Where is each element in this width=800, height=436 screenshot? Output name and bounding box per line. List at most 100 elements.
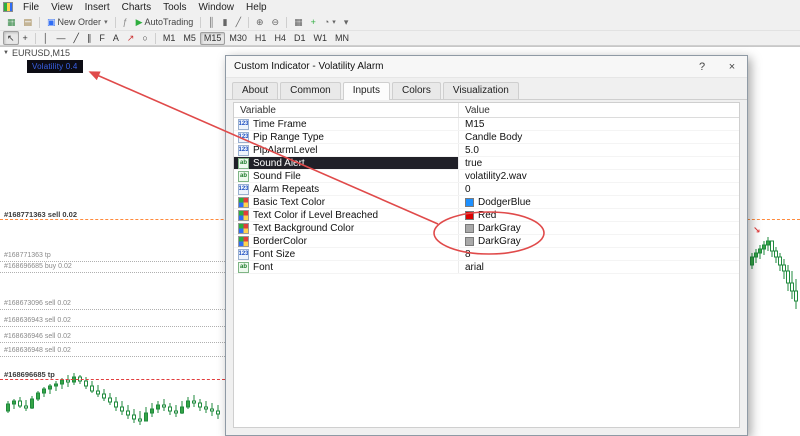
channel-button[interactable]: ∥ xyxy=(83,31,96,45)
value-cell[interactable]: Red xyxy=(458,209,739,221)
zoom-out-button[interactable]: ⊖ xyxy=(268,15,284,29)
dialog-help-button[interactable]: ? xyxy=(687,56,717,77)
zoom-in-button[interactable]: ⊕ xyxy=(252,15,268,29)
order-line[interactable] xyxy=(0,261,225,262)
menu-charts[interactable]: Charts xyxy=(116,2,157,13)
value-cell[interactable]: Candle Body xyxy=(458,131,739,143)
variable-name: Alarm Repeats xyxy=(253,184,319,195)
order-line[interactable] xyxy=(0,272,225,273)
tab-about[interactable]: About xyxy=(232,82,278,99)
arrows-button[interactable]: ↗ xyxy=(123,31,139,45)
value-cell[interactable]: DodgerBlue xyxy=(458,196,739,208)
order-line[interactable] xyxy=(0,309,225,310)
autotrading-button[interactable]: ▶AutoTrading xyxy=(132,15,198,29)
input-row[interactable]: Basic Text ColorDodgerBlue xyxy=(234,196,739,209)
order-line[interactable] xyxy=(0,356,225,357)
value-cell[interactable]: 0 xyxy=(458,183,739,195)
text-label-button[interactable]: A xyxy=(109,31,123,45)
timeframe-m30-button[interactable]: M30 xyxy=(225,32,251,45)
new-order-dropdown-icon[interactable]: ▾ xyxy=(104,18,108,26)
num-type-icon: 123 xyxy=(238,184,249,195)
trendline-button[interactable]: ╱ xyxy=(69,31,82,45)
new-order-button[interactable]: ▣New Order▾ xyxy=(43,15,112,29)
input-row[interactable]: 123Time FrameM15 xyxy=(234,118,739,131)
input-row[interactable]: 123Pip Range TypeCandle Body xyxy=(234,131,739,144)
tab-inputs[interactable]: Inputs xyxy=(343,82,390,100)
bar-chart-icon: ║ xyxy=(208,18,214,27)
cursor-tool-button[interactable]: ↖ xyxy=(3,31,19,45)
timeframe-w1-button[interactable]: W1 xyxy=(309,32,331,45)
order-line[interactable] xyxy=(0,326,225,327)
input-row[interactable]: abSound Alerttrue xyxy=(234,157,739,170)
indicators-button[interactable]: + xyxy=(307,15,320,29)
one-click-trading-toggle-icon[interactable]: ▼ xyxy=(3,50,9,56)
input-row[interactable]: 123PipAlarmLevel5.0 xyxy=(234,144,739,157)
bar-chart-button[interactable]: ║ xyxy=(204,15,218,29)
value-cell[interactable]: DarkGray xyxy=(458,222,739,234)
tab-common[interactable]: Common xyxy=(280,82,341,99)
value-cell[interactable]: 5.0 xyxy=(458,144,739,156)
variable-cell: 123 Alarm Repeats xyxy=(234,183,458,195)
periods-icon: ◔ xyxy=(324,18,329,27)
vertical-line-button[interactable]: │ xyxy=(39,31,53,45)
menu-view[interactable]: View xyxy=(45,2,79,13)
menu-help[interactable]: Help xyxy=(240,2,273,13)
new-chart-button[interactable]: ▦ xyxy=(3,15,20,29)
arrows-icon: ↗ xyxy=(127,34,135,43)
indicator-settings-dialog: Custom Indicator - Volatility Alarm ? × … xyxy=(225,55,748,436)
value-cell[interactable]: M15 xyxy=(458,118,739,130)
variable-name: Text Color if Level Breached xyxy=(253,210,378,221)
line-chart-icon: ╱ xyxy=(236,18,241,27)
expert-advisors-button[interactable]: ƒ xyxy=(119,15,132,29)
periods-dropdown-icon[interactable]: ▾ xyxy=(332,18,336,26)
timeframe-mn-button[interactable]: MN xyxy=(331,32,353,45)
timeframe-m1-button[interactable]: M1 xyxy=(159,32,180,45)
periods-button[interactable]: ◔▾ xyxy=(320,15,340,29)
menu-insert[interactable]: Insert xyxy=(79,2,116,13)
variable-cell: 123PipAlarmLevel xyxy=(234,144,458,156)
profiles-button[interactable]: ▤ xyxy=(20,15,37,29)
templates-button[interactable]: ▾ xyxy=(340,15,353,29)
num-type-icon: 123 xyxy=(238,249,249,260)
value-cell[interactable]: volatility2.wav xyxy=(458,170,739,182)
menu-file[interactable]: File xyxy=(17,2,45,13)
shapes-button[interactable]: ○ xyxy=(138,31,151,45)
candlestick-chart-button[interactable]: ▮ xyxy=(219,15,232,29)
horizontal-line-button[interactable]: ― xyxy=(52,31,69,45)
line-chart-button[interactable]: ╱ xyxy=(232,15,245,29)
order-line[interactable] xyxy=(0,379,225,380)
timeframe-d1-button[interactable]: D1 xyxy=(290,32,310,45)
fibonacci-button[interactable]: F xyxy=(95,31,109,45)
input-row[interactable]: Text Color if Level Breached Red xyxy=(234,209,739,222)
value-text: 0 xyxy=(465,184,471,195)
input-row[interactable]: 123 Alarm Repeats 0 xyxy=(234,183,739,196)
str-type-icon: ab xyxy=(238,262,249,273)
timeframe-m5-button[interactable]: M5 xyxy=(179,32,200,45)
dialog-close-button[interactable]: × xyxy=(717,56,747,77)
input-row[interactable]: 123Font Size8 xyxy=(234,248,739,261)
value-cell[interactable]: arial xyxy=(458,261,739,273)
zoom-out-icon: ⊖ xyxy=(272,18,280,27)
input-row[interactable]: BorderColorDarkGray xyxy=(234,235,739,248)
tab-visualization[interactable]: Visualization xyxy=(443,82,519,99)
crosshair-tool-button[interactable]: + xyxy=(19,31,32,45)
input-row[interactable]: abSound Filevolatility2.wav xyxy=(234,170,739,183)
value-cell[interactable]: 8 xyxy=(458,248,739,260)
toolbar-separator xyxy=(286,17,287,28)
timeframe-m15-button[interactable]: M15 xyxy=(200,32,226,45)
menu-window[interactable]: Window xyxy=(192,2,240,13)
timeframe-h1-button[interactable]: H1 xyxy=(251,32,271,45)
tile-windows-button[interactable]: ▦ xyxy=(290,15,307,29)
metatrader-window: FileViewInsertChartsToolsWindowHelp ▦▤▣N… xyxy=(0,0,800,436)
input-row[interactable]: Text Background ColorDarkGray xyxy=(234,222,739,235)
menu-tools[interactable]: Tools xyxy=(157,2,192,13)
input-row[interactable]: abFontarial xyxy=(234,261,739,274)
tab-colors[interactable]: Colors xyxy=(392,82,441,99)
order-line[interactable] xyxy=(0,342,225,343)
value-cell[interactable]: DarkGray xyxy=(458,235,739,247)
toolbar-separator xyxy=(248,17,249,28)
value-cell[interactable]: true xyxy=(458,157,739,169)
dialog-titlebar[interactable]: Custom Indicator - Volatility Alarm ? × xyxy=(226,56,747,78)
timeframe-h4-button[interactable]: H4 xyxy=(270,32,290,45)
value-text: arial xyxy=(465,262,484,273)
